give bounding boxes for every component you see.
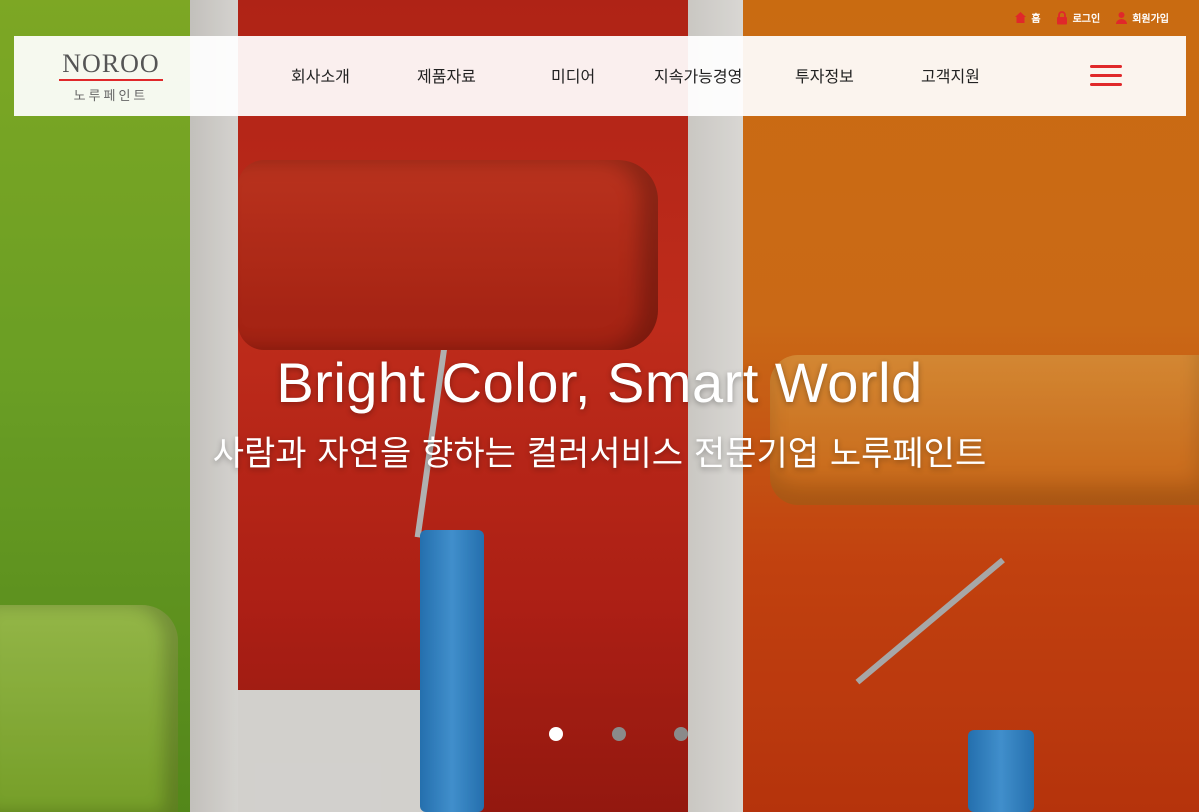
slide-dot-3[interactable] <box>674 727 688 741</box>
menu-item-company[interactable]: 회사소개 <box>291 63 350 87</box>
hamburger-menu-icon[interactable] <box>1090 65 1122 87</box>
utility-bar: 홈 로그인 회원가입 <box>1013 10 1169 25</box>
login-link[interactable]: 로그인 <box>1055 10 1101 25</box>
logo-wordmark: NOROO <box>62 49 160 78</box>
home-icon <box>1013 11 1027 25</box>
main-navigation: NOROO 노루페인트 회사소개 제품자료 미디어 지속가능경영 투자정보 고객… <box>14 36 1186 116</box>
menu-item-products[interactable]: 제품자료 <box>417 63 476 87</box>
home-link-label: 홈 <box>1031 14 1041 25</box>
hero-subline: 사람과 자연을 향하는 컬러서비스 전문기업 노루페인트 <box>212 434 987 474</box>
menu-item-sustainability[interactable]: 지속가능경영 <box>654 63 742 87</box>
menu-item-media[interactable]: 미디어 <box>551 63 595 87</box>
logo-underline <box>59 79 163 81</box>
slide-dot-2[interactable] <box>612 727 626 741</box>
lock-icon <box>1055 10 1069 25</box>
user-icon <box>1114 11 1128 25</box>
menu-item-support[interactable]: 고객지원 <box>921 63 980 87</box>
hero-headline: Bright Color, Smart World <box>276 351 923 414</box>
login-link-label: 로그인 <box>1072 14 1101 25</box>
menu-item-investor[interactable]: 투자정보 <box>795 63 854 87</box>
signup-link-label: 회원가입 <box>1132 14 1169 25</box>
logo[interactable]: NOROO 노루페인트 <box>56 50 166 104</box>
home-link[interactable]: 홈 <box>1013 10 1041 25</box>
hero-slider: Bright Color, Smart World 사람과 자연을 향하는 컬러… <box>0 0 1199 812</box>
slide-dot-1[interactable] <box>549 727 563 741</box>
signup-link[interactable]: 회원가입 <box>1114 10 1169 25</box>
logo-korean: 노루페인트 <box>73 89 149 104</box>
